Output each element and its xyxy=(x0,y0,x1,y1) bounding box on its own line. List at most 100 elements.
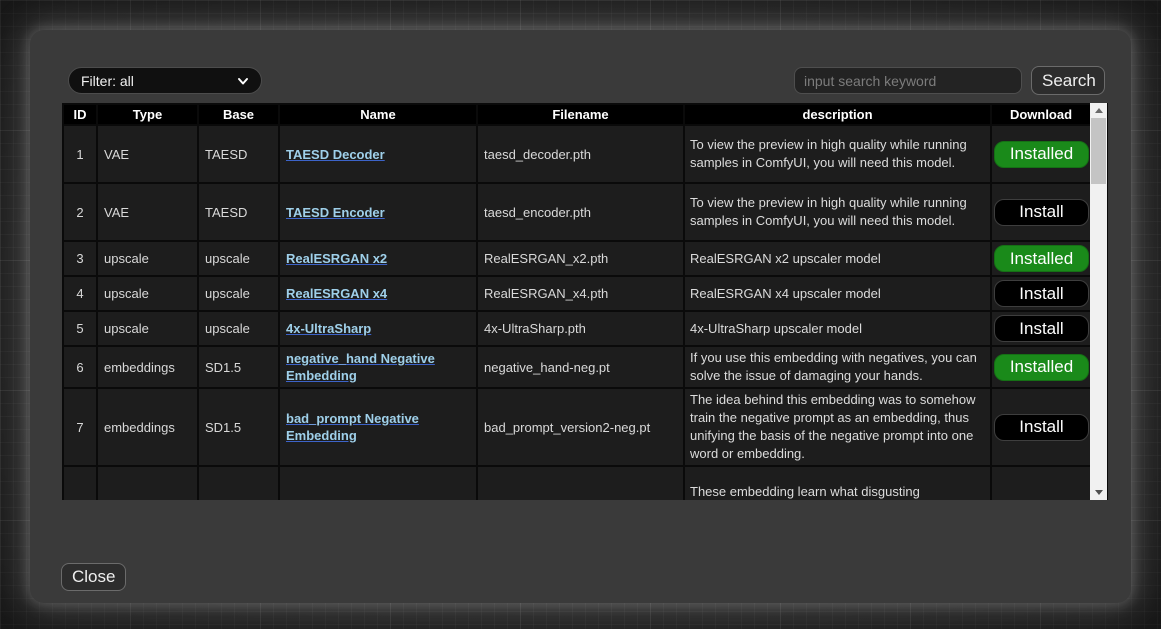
install-button[interactable]: Installed xyxy=(994,354,1089,381)
scroll-down-icon[interactable] xyxy=(1090,485,1107,500)
filter-dropdown-value: Filter: all xyxy=(81,73,237,89)
model-table: ID Type Base Name Filename description D… xyxy=(62,103,1092,500)
cell-type: VAE xyxy=(97,125,198,183)
cell-id: 2 xyxy=(63,183,97,241)
cell-name: TAESD Decoder xyxy=(279,125,477,183)
table-row: 7 embeddings SD1.5 bad_prompt Negative E… xyxy=(63,388,1091,466)
search-input[interactable] xyxy=(794,67,1022,94)
cell-base: TAESD xyxy=(198,183,279,241)
cell-type: VAE xyxy=(97,183,198,241)
cell-type xyxy=(97,466,198,500)
cell-download xyxy=(991,466,1091,500)
model-name-link[interactable]: RealESRGAN x2 xyxy=(286,251,387,266)
scrollbar-thumb[interactable] xyxy=(1091,118,1106,184)
cell-download: Installed xyxy=(991,125,1091,183)
cell-download: Install xyxy=(991,388,1091,466)
cell-type: upscale xyxy=(97,241,198,276)
cell-filename: 4x-UltraSharp.pth xyxy=(477,311,684,346)
cell-type: upscale xyxy=(97,276,198,311)
table-scrollbar[interactable] xyxy=(1090,103,1107,500)
filter-dropdown[interactable]: Filter: all xyxy=(68,67,262,94)
search-button[interactable]: Search xyxy=(1031,66,1105,95)
model-name-link[interactable]: negative_hand Negative Embedding xyxy=(286,351,435,383)
table-row: 6 embeddings SD1.5 negative_hand Negativ… xyxy=(63,346,1091,388)
cell-id: 3 xyxy=(63,241,97,276)
cell-description: The idea behind this embedding was to so… xyxy=(684,388,991,466)
cell-name xyxy=(279,466,477,500)
model-name-link[interactable]: bad_prompt Negative Embedding xyxy=(286,411,419,443)
table-row: 1 VAE TAESD TAESD Decoder taesd_decoder.… xyxy=(63,125,1091,183)
cell-description: 4x-UltraSharp upscaler model xyxy=(684,311,991,346)
cell-type: upscale xyxy=(97,311,198,346)
cell-filename: taesd_decoder.pth xyxy=(477,125,684,183)
model-table-body: 1 VAE TAESD TAESD Decoder taesd_decoder.… xyxy=(63,125,1091,500)
cell-description: RealESRGAN x4 upscaler model xyxy=(684,276,991,311)
cell-description: To view the preview in high quality whil… xyxy=(684,183,991,241)
cell-base: SD1.5 xyxy=(198,388,279,466)
install-button[interactable]: Install xyxy=(994,280,1089,307)
cell-base: SD1.5 xyxy=(198,346,279,388)
model-name-link[interactable]: 4x-UltraSharp xyxy=(286,321,371,336)
model-table-header: ID Type Base Name Filename description D… xyxy=(63,104,1091,125)
cell-id: 6 xyxy=(63,346,97,388)
header-description: description xyxy=(684,104,991,125)
header-download: Download xyxy=(991,104,1091,125)
table-row: 3 upscale upscale RealESRGAN x2 RealESRG… xyxy=(63,241,1091,276)
table-row: 4 upscale upscale RealESRGAN x4 RealESRG… xyxy=(63,276,1091,311)
install-button[interactable]: Install xyxy=(994,414,1089,441)
model-name-link[interactable]: TAESD Encoder xyxy=(286,205,385,220)
comfyui-canvas: { "dialog": { "filter": { "selected": "F… xyxy=(0,0,1161,629)
cell-base: upscale xyxy=(198,241,279,276)
cell-description: These embedding learn what disgusting co… xyxy=(684,466,991,500)
table-row: 5 upscale upscale 4x-UltraSharp 4x-Ultra… xyxy=(63,311,1091,346)
cell-download: Installed xyxy=(991,241,1091,276)
chevron-down-icon xyxy=(237,75,249,87)
cell-id xyxy=(63,466,97,500)
install-button[interactable]: Installed xyxy=(994,245,1089,272)
cell-base: TAESD xyxy=(198,125,279,183)
cell-id: 1 xyxy=(63,125,97,183)
cell-description: To view the preview in high quality whil… xyxy=(684,125,991,183)
model-manager-dialog: Filter: all Search ID Type Base Name Fil… xyxy=(30,30,1131,603)
cell-id: 5 xyxy=(63,311,97,346)
cell-description: RealESRGAN x2 upscaler model xyxy=(684,241,991,276)
cell-download: Install xyxy=(991,183,1091,241)
cell-filename: negative_hand-neg.pt xyxy=(477,346,684,388)
cell-filename: bad_prompt_version2-neg.pt xyxy=(477,388,684,466)
cell-base: upscale xyxy=(198,276,279,311)
model-name-link[interactable]: RealESRGAN x4 xyxy=(286,286,387,301)
table-row: 2 VAE TAESD TAESD Encoder taesd_encoder.… xyxy=(63,183,1091,241)
install-button[interactable]: Installed xyxy=(994,141,1089,168)
scroll-up-icon[interactable] xyxy=(1090,103,1107,118)
cell-name: RealESRGAN x2 xyxy=(279,241,477,276)
install-button[interactable]: Install xyxy=(994,315,1089,342)
cell-type: embeddings xyxy=(97,388,198,466)
cell-name: bad_prompt Negative Embedding xyxy=(279,388,477,466)
table-row: These embedding learn what disgusting co… xyxy=(63,466,1091,500)
cell-download: Install xyxy=(991,311,1091,346)
cell-filename: RealESRGAN_x2.pth xyxy=(477,241,684,276)
cell-type: embeddings xyxy=(97,346,198,388)
cell-filename: RealESRGAN_x4.pth xyxy=(477,276,684,311)
cell-id: 4 xyxy=(63,276,97,311)
install-button[interactable]: Install xyxy=(994,199,1089,226)
cell-name: RealESRGAN x4 xyxy=(279,276,477,311)
close-button[interactable]: Close xyxy=(61,563,126,591)
cell-base xyxy=(198,466,279,500)
cell-download: Installed xyxy=(991,346,1091,388)
header-filename: Filename xyxy=(477,104,684,125)
cell-id: 7 xyxy=(63,388,97,466)
model-table-container: ID Type Base Name Filename description D… xyxy=(62,103,1108,500)
header-id: ID xyxy=(63,104,97,125)
cell-download: Install xyxy=(991,276,1091,311)
header-name: Name xyxy=(279,104,477,125)
header-base: Base xyxy=(198,104,279,125)
cell-filename xyxy=(477,466,684,500)
cell-filename: taesd_encoder.pth xyxy=(477,183,684,241)
cell-description: If you use this embedding with negatives… xyxy=(684,346,991,388)
model-name-link[interactable]: TAESD Decoder xyxy=(286,147,385,162)
cell-name: 4x-UltraSharp xyxy=(279,311,477,346)
cell-name: negative_hand Negative Embedding xyxy=(279,346,477,388)
header-type: Type xyxy=(97,104,198,125)
cell-name: TAESD Encoder xyxy=(279,183,477,241)
